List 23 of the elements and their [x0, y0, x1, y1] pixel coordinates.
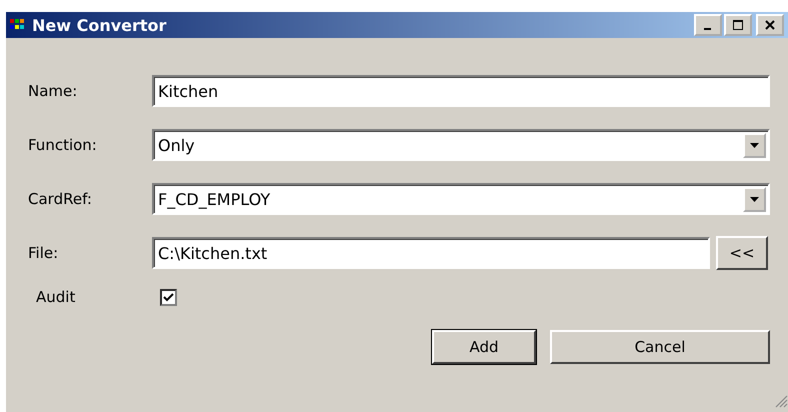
dialog-button[interactable]: Add [432, 330, 536, 364]
file-field[interactable]: C:\Kitchen.txt [152, 237, 710, 269]
dropdown-arrow-icon[interactable] [743, 132, 766, 158]
field-label: Function: [28, 136, 98, 154]
minimize-button[interactable] [694, 14, 722, 36]
field-label: Name: [28, 82, 78, 100]
maximize-button[interactable] [724, 14, 752, 36]
close-button[interactable] [756, 14, 784, 36]
browse-button[interactable]: << [716, 236, 768, 270]
dropdown-field[interactable]: Only [152, 129, 770, 161]
check-icon [163, 292, 174, 302]
dropdown-field[interactable]: F_CD_EMPLOY [152, 183, 770, 215]
audit-label: Audit [35, 288, 76, 306]
resize-grip-icon[interactable] [774, 394, 788, 408]
name-field[interactable]: Kitchen [152, 75, 770, 107]
audit-checkbox[interactable] [160, 288, 177, 306]
dropdown-arrow-icon[interactable] [743, 186, 766, 212]
maximize-icon [733, 20, 743, 30]
dialog-button[interactable]: Cancel [550, 330, 770, 364]
window-title: New Convertor [32, 16, 168, 34]
close-icon [765, 20, 775, 30]
field-label: CardRef: [28, 190, 93, 208]
field-label: File: [28, 244, 60, 262]
